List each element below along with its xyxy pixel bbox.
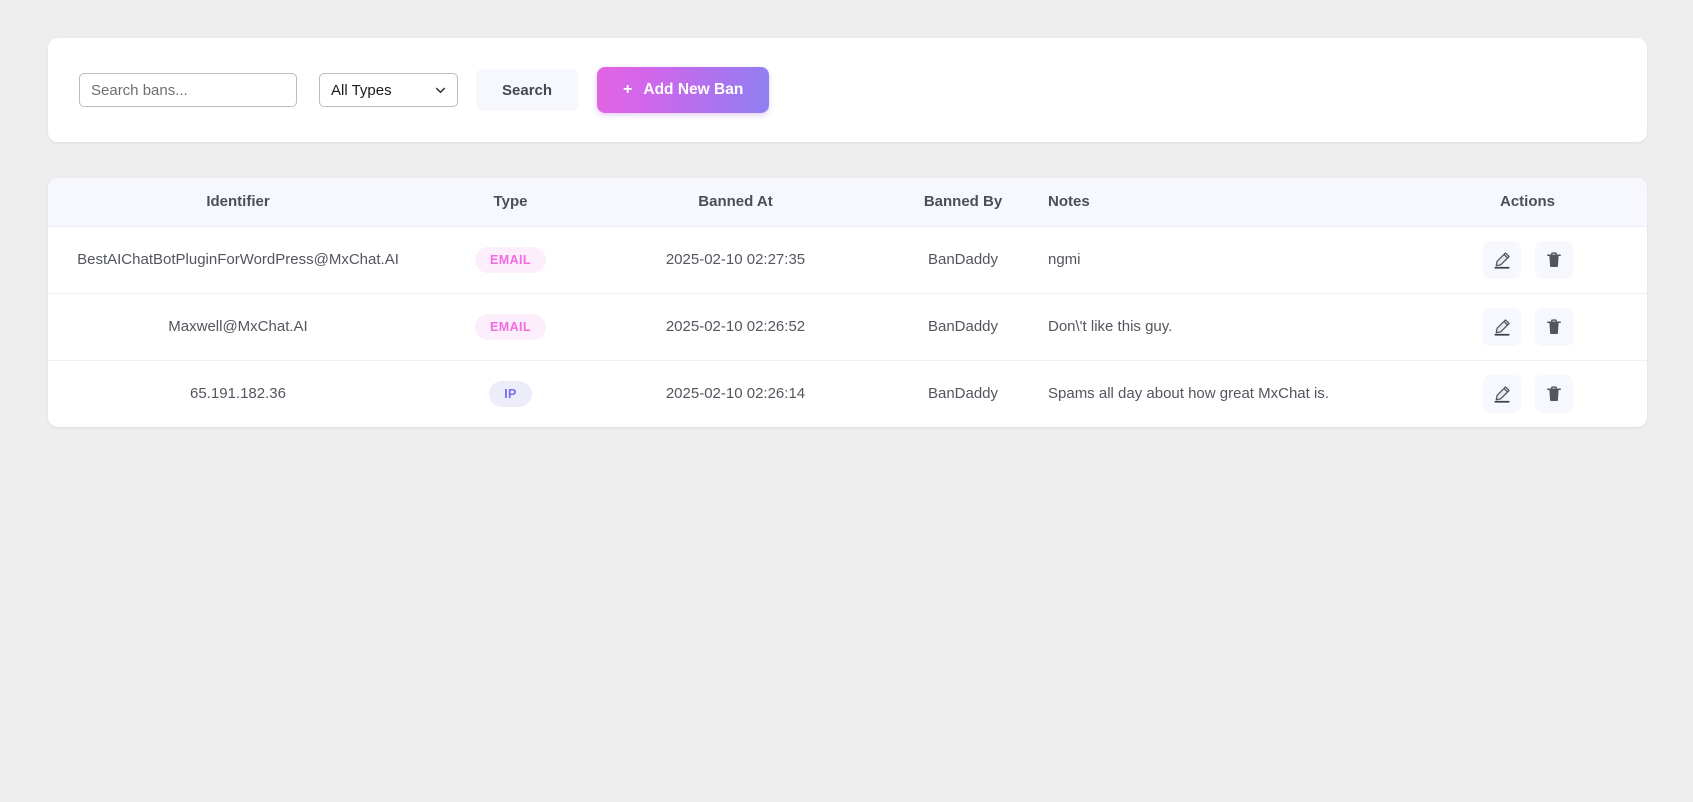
cell-notes: ngmi: [1048, 226, 1408, 294]
delete-button[interactable]: [1534, 240, 1573, 279]
table-body: BestAIChatBotPluginForWordPress@MxChat.A…: [48, 226, 1647, 427]
column-header-notes: Notes: [1048, 178, 1408, 227]
bans-table: Identifier Type Banned At Banned By Note…: [48, 178, 1647, 427]
cell-banned-at: 2025-02-10 02:27:35: [593, 226, 878, 294]
add-new-ban-button[interactable]: + Add New Ban: [597, 67, 770, 113]
notes-text: ngmi: [1048, 251, 1081, 268]
edit-button[interactable]: [1482, 307, 1521, 346]
row-actions: [1409, 240, 1646, 279]
delete-button[interactable]: [1534, 307, 1573, 346]
cell-type: IP: [428, 360, 593, 427]
column-header-identifier: Identifier: [48, 178, 428, 227]
column-header-type: Type: [428, 178, 593, 227]
status-badge: EMAIL: [475, 246, 546, 273]
edit-pencil-icon: [1492, 317, 1512, 337]
table-header: Identifier Type Banned At Banned By Note…: [48, 178, 1647, 227]
bans-table-card: Identifier Type Banned At Banned By Note…: [48, 178, 1647, 427]
cell-banned-by: BanDaddy: [878, 293, 1048, 361]
search-toolbar: All Types Search + Add New Ban: [48, 38, 1647, 142]
type-filter-wrapper: All Types: [319, 73, 458, 107]
cell-type: EMAIL: [428, 293, 593, 361]
trash-icon: [1544, 250, 1564, 270]
cell-identifier: 65.191.182.36: [190, 385, 286, 403]
cell-type: EMAIL: [428, 226, 593, 294]
delete-button[interactable]: [1534, 374, 1573, 413]
cell-actions: [1408, 226, 1647, 294]
edit-button[interactable]: [1482, 374, 1521, 413]
row-actions: [1409, 307, 1646, 346]
notes-text: Don\'t like this guy.: [1048, 318, 1173, 335]
page-root: All Types Search + Add New Ban Identifie…: [0, 0, 1693, 802]
column-header-actions: Actions: [1408, 178, 1647, 227]
cell-notes: Spams all day about how great MxChat is.: [1048, 360, 1408, 427]
table-row: 65.191.182.36 IP 2025-02-10 02:26:14 Ban…: [48, 360, 1647, 427]
edit-button[interactable]: [1482, 240, 1521, 279]
cell-banned-at: 2025-02-10 02:26:14: [665, 385, 806, 403]
cell-banned-by: BanDaddy: [927, 385, 999, 403]
status-badge: EMAIL: [475, 313, 546, 340]
edit-pencil-icon: [1492, 384, 1512, 404]
cell-identifier: Maxwell@MxChat.AI: [48, 293, 428, 361]
status-badge: IP: [489, 380, 532, 407]
trash-icon: [1544, 384, 1564, 404]
table-row: BestAIChatBotPluginForWordPress@MxChat.A…: [48, 226, 1647, 294]
cell-actions: [1408, 293, 1647, 361]
plus-icon: +: [623, 81, 633, 98]
notes-text: Spams all day about how great MxChat is.: [1048, 385, 1329, 403]
trash-icon: [1544, 317, 1564, 337]
cell-banned-by: BanDaddy: [878, 226, 1048, 294]
row-actions: [1409, 374, 1646, 413]
type-filter-select[interactable]: All Types: [319, 73, 458, 107]
cell-notes: Don\'t like this guy.: [1048, 293, 1408, 361]
cell-banned-at: 2025-02-10 02:26:52: [593, 293, 878, 361]
column-header-banned-by: Banned By: [878, 178, 1048, 227]
column-header-banned-at: Banned At: [593, 178, 878, 227]
table-row: Maxwell@MxChat.AI EMAIL 2025-02-10 02:26…: [48, 293, 1647, 361]
add-new-ban-label: Add New Ban: [643, 81, 744, 98]
cell-identifier: BestAIChatBotPluginForWordPress@MxChat.A…: [48, 226, 428, 294]
edit-pencil-icon: [1492, 250, 1512, 270]
cell-actions: [1408, 360, 1647, 427]
table-header-row: Identifier Type Banned At Banned By Note…: [48, 178, 1647, 227]
search-button[interactable]: Search: [476, 69, 579, 111]
search-input[interactable]: [79, 73, 297, 107]
